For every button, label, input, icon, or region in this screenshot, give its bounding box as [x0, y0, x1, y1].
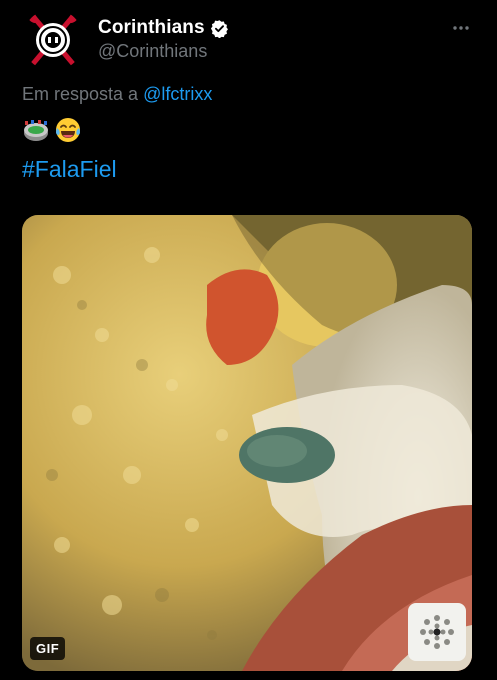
more-dots-icon [453, 26, 469, 30]
verified-badge-icon [210, 19, 229, 38]
author-display-name[interactable]: Corinthians [98, 17, 205, 39]
more-options-button[interactable] [446, 14, 476, 42]
stadium-emoji-icon [22, 117, 50, 148]
author-name-row[interactable]: Corinthians [98, 16, 229, 40]
gif-media[interactable]: GIF [22, 215, 472, 671]
tears-of-joy-emoji-icon [54, 116, 82, 149]
gif-frame-image [22, 215, 472, 671]
avatar[interactable] [22, 9, 84, 71]
reply-context: Em resposta a @lfctrixx [22, 84, 212, 105]
reply-to-link[interactable]: @lfctrixx [143, 84, 212, 104]
hashtag-link[interactable]: #FalaFiel [22, 156, 117, 183]
author-handle[interactable]: @Corinthians [98, 41, 207, 62]
emoji-row [22, 116, 82, 149]
gif-pause-button[interactable] [408, 603, 466, 661]
gif-loading-icon [420, 615, 454, 649]
gif-badge: GIF [30, 637, 66, 660]
reply-prefix: Em resposta a [22, 84, 139, 104]
corinthians-logo-icon [22, 9, 84, 71]
